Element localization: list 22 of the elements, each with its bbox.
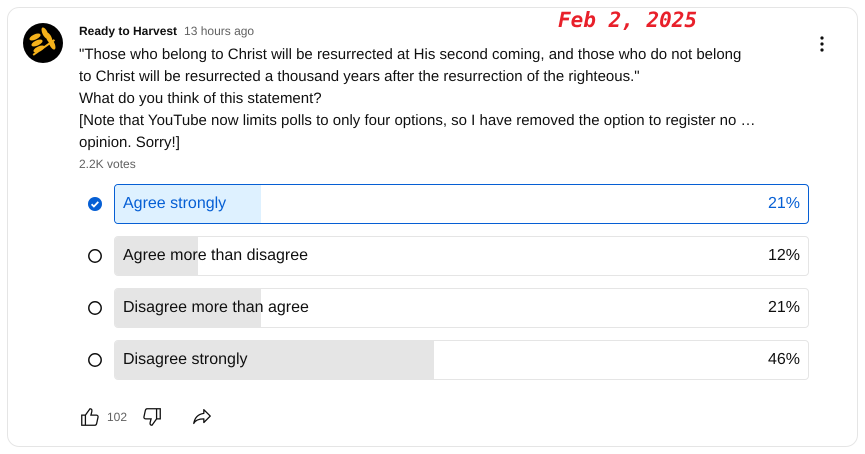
poll-option[interactable]: Disagree strongly 46%: [114, 340, 809, 380]
poll-option[interactable]: Agree strongly 21%: [114, 184, 809, 224]
option-percent: 21%: [768, 195, 800, 213]
option-percent: 46%: [768, 351, 800, 369]
date-annotation: Feb 2, 2025: [558, 8, 698, 32]
author-name[interactable]: Ready to Harvest: [79, 24, 178, 38]
option-label: Disagree more than agree: [123, 299, 309, 317]
post-text-line: "Those who belong to Christ will be resurrected at His second coming, and those who do not belong: [79, 45, 742, 65]
poll-option[interactable]: Disagree more than agree 21%: [114, 288, 809, 328]
like-count: 102: [107, 410, 128, 424]
option-label: Disagree strongly: [123, 351, 248, 369]
option-label: Agree more than disagree: [123, 247, 308, 265]
option-percent: 12%: [768, 247, 800, 265]
post-time: 13 hours ago: [184, 24, 254, 38]
option-percent: 21%: [768, 299, 800, 317]
option-label: Agree strongly: [123, 195, 226, 213]
post-text-line: What do you think of this statement?: [79, 89, 323, 109]
post-text-line: [Note that YouTube now limits polls to only four options, so I have removed the option to register no …: [79, 111, 756, 131]
post-text-line: to Christ will be resurrected a thousand years after the resurrection of the righteous.": [79, 67, 641, 87]
poll-option[interactable]: Agree more than disagree 12%: [114, 236, 809, 276]
post-text-line: opinion. Sorry!]: [79, 133, 181, 153]
vote-count: 2.2K votes: [79, 157, 137, 171]
